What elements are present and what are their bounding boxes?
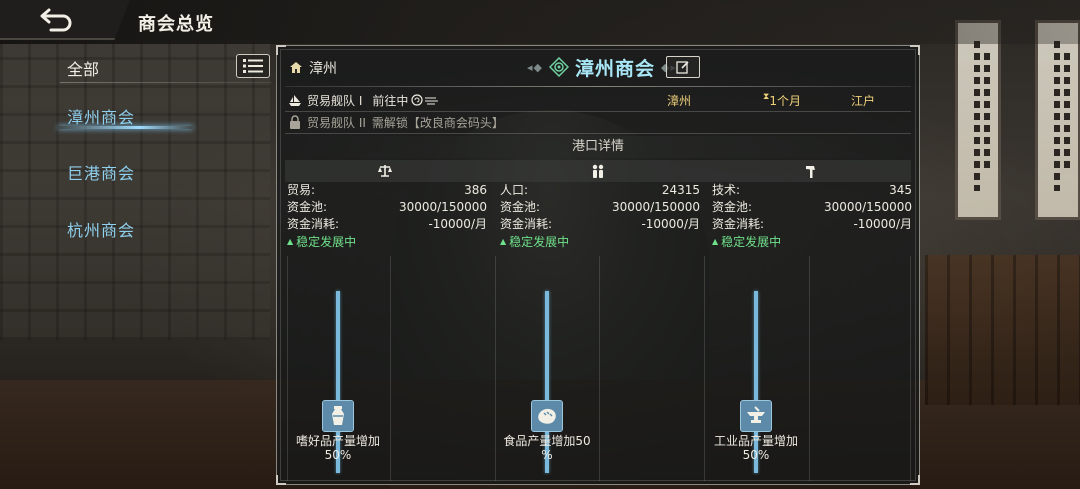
- trend-up-icon: ▲: [500, 237, 507, 246]
- active-indicator: [58, 126, 193, 129]
- port-name: 漳州: [309, 61, 337, 77]
- stat-row: 资金消耗: -10000/月: [500, 217, 700, 231]
- chamber-title: ◂◆ 漳州商会 ◆▸: [517, 52, 687, 82]
- people-icon: [592, 164, 604, 178]
- product-industry-button[interactable]: [740, 400, 772, 432]
- product-bonus-label: 嗜好品产量增加 50%: [295, 434, 380, 462]
- list-view-button[interactable]: [236, 54, 270, 78]
- stat-row: 贸易: 386: [287, 183, 487, 197]
- port-location: 漳州: [289, 58, 337, 78]
- section-title: 港口详情: [285, 136, 911, 158]
- product-bonus-label: 工业品产量增加 50%: [713, 434, 798, 462]
- background-scroll-painting: [955, 20, 1001, 220]
- unlock-requirement: 需解锁【改良商会码头】: [371, 115, 504, 130]
- stats-column-technology: 技术: 345 资金池: 30000/150000 资金消耗: -10000/月 ▲ 稳…: [712, 182, 912, 251]
- port-house-icon: [290, 62, 302, 73]
- trend-status: ▲ 稳定发展中: [287, 235, 357, 249]
- stats-column-trade: 贸易: 386 资金池: 30000/150000 资金消耗: -10000/月 ▲ 稳…: [287, 182, 487, 251]
- fleet-name: 贸易舰队 I: [307, 93, 363, 108]
- category-icon-bar: [285, 160, 911, 182]
- trend-up-icon: ▲: [287, 237, 294, 246]
- sidebar-item-hangzhou[interactable]: 杭州商会: [67, 217, 135, 241]
- fleet-row-locked[interactable]: 贸易舰队 II 需解锁【改良商会码头】: [287, 112, 911, 132]
- stat-row: 资金池: 30000/150000: [500, 200, 700, 214]
- chamber-sidebar: 全部 漳州商会 巨港商会 杭州商会: [0, 44, 276, 489]
- filter-all-label[interactable]: 全部: [67, 56, 99, 80]
- list-icon: [243, 59, 263, 73]
- fleet-destination: 江户: [851, 93, 876, 108]
- lock-icon: [287, 115, 303, 129]
- chamber-detail-panel: 漳州 ◂◆ 漳州商会 ◆▸ 贸易舰队 I 前往中: [276, 45, 920, 485]
- hammer-icon: [806, 166, 815, 178]
- title-ornament-left: ◂◆: [527, 60, 543, 74]
- stat-row: 资金池: 30000/150000: [287, 200, 487, 214]
- background-cabinet: [925, 255, 1080, 405]
- sidebar-item-zhangzhou[interactable]: 漳州商会: [67, 104, 135, 128]
- back-arrow-icon: [40, 8, 72, 32]
- vase-icon: [332, 406, 344, 425]
- top-bar: 商会总览: [0, 0, 1080, 44]
- stat-row: 技术: 345: [712, 183, 912, 197]
- divider: [910, 256, 911, 481]
- product-luxury-button[interactable]: [322, 400, 354, 432]
- stat-row: 人口: 24315: [500, 183, 700, 197]
- chamber-name: 漳州商会: [574, 57, 655, 80]
- anvil-icon: [747, 406, 765, 423]
- page-title: 商会总览: [138, 14, 214, 35]
- stat-row: 资金消耗: -10000/月: [287, 217, 487, 231]
- fleet-origin: 漳州: [667, 93, 692, 108]
- chamber-emblem-icon: [548, 57, 569, 77]
- fleet-row[interactable]: 贸易舰队 I 前往中 漳州 ⧗1个月 江户: [287, 90, 911, 110]
- ship-icon: [287, 94, 303, 106]
- edit-icon: [676, 61, 689, 74]
- divider: [60, 82, 272, 83]
- fleet-duration: ⧗1个月: [763, 91, 801, 108]
- stats-column-population: 人口: 24315 资金池: 30000/150000 资金消耗: -10000/月 …: [500, 182, 700, 251]
- back-button[interactable]: [0, 0, 130, 40]
- sidebar-item-jugang[interactable]: 巨港商会: [67, 160, 135, 184]
- product-bonus-label: 食品产量增加50%: [503, 434, 591, 462]
- fleet-name: 贸易舰队 II: [307, 115, 366, 130]
- scales-icon: [378, 165, 392, 177]
- edit-button[interactable]: [666, 56, 700, 78]
- fleet-status-text: 前往中: [372, 93, 409, 108]
- trend-up-icon: ▲: [712, 237, 719, 246]
- bread-icon: [538, 408, 556, 424]
- stat-row: 资金消耗: -10000/月: [712, 217, 912, 231]
- trend-status: ▲ 稳定发展中: [500, 235, 570, 249]
- fleet-status: 前往中: [372, 92, 439, 109]
- background-scroll-painting: [1035, 20, 1080, 220]
- trend-status: ▲ 稳定发展中: [712, 235, 782, 249]
- divider: [285, 86, 911, 87]
- stat-row: 资金池: 30000/150000: [712, 200, 912, 214]
- sailing-wind-icon: [411, 94, 439, 106]
- divider: [285, 133, 911, 134]
- product-food-button[interactable]: [531, 400, 563, 432]
